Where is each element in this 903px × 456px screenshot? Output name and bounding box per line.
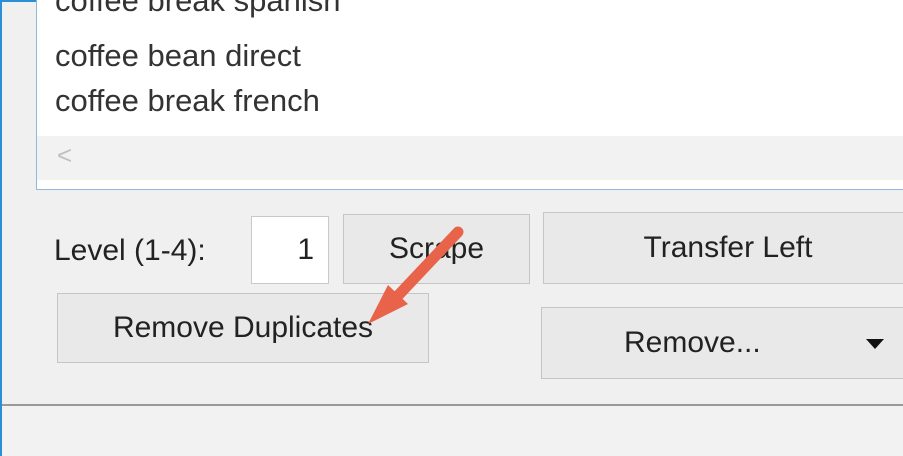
list-item[interactable]: coffee break french (55, 85, 320, 116)
level-input[interactable] (251, 216, 329, 284)
scroll-left-icon[interactable]: < (57, 142, 72, 168)
horizontal-scrollbar[interactable]: < (37, 136, 903, 180)
chevron-down-icon (866, 339, 884, 349)
status-bar (2, 406, 903, 456)
keyword-list-box[interactable]: coffee break spanish coffee bean direct … (36, 0, 903, 190)
remove-dropdown[interactable]: Remove... (541, 307, 903, 379)
transfer-left-button[interactable]: Transfer Left (543, 212, 903, 284)
list-item[interactable]: coffee break spanish (55, 0, 341, 16)
app-window: coffee break spanish coffee bean direct … (0, 0, 903, 456)
scrape-button[interactable]: Scrape (343, 214, 530, 284)
remove-dropdown-label: Remove... (624, 326, 761, 359)
level-label: Level (1-4): (54, 234, 206, 267)
remove-duplicates-button[interactable]: Remove Duplicates (57, 293, 429, 363)
list-item[interactable]: coffee bean direct (55, 40, 301, 71)
